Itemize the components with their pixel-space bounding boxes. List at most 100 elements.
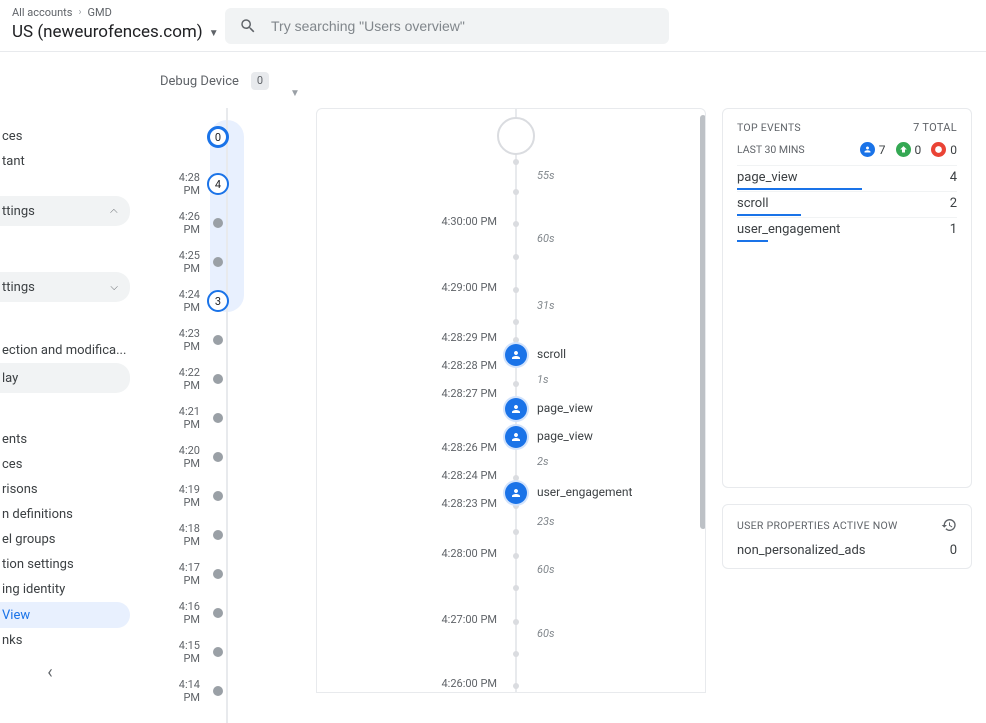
minute-dot [213,335,223,345]
breadcrumb-root[interactable]: All accounts [12,6,72,19]
minute-item[interactable]: 4:22 PM [160,366,300,392]
minute-time-label: 4:20 PM [160,444,208,470]
property-selector[interactable]: US (neweurofences.com) ▼ [12,22,219,42]
breadcrumb-account[interactable]: GMD [87,6,111,19]
search-box[interactable] [225,8,669,44]
event-marker[interactable] [505,426,527,448]
minute-time-label: 4:21 PM [160,405,208,431]
minute-item[interactable]: 4:17 PM [160,561,300,587]
event-marker[interactable] [505,398,527,420]
top-event-row[interactable]: page_view 4 [737,165,957,189]
user-property-value: 0 [950,543,957,558]
chevron-left-icon: ‹ [47,662,52,683]
minute-time-label: 4:28 PM [160,171,208,197]
timeline-gap-label: 23s [537,515,555,528]
minute-item[interactable]: 4:26 PM [160,210,300,236]
sidebar-item-label: ection and modifica... [2,343,126,358]
minute-time-label: 4:24 PM [160,288,208,314]
chevron-up-icon: ⌵ [110,206,118,217]
top-events-total: 7 TOTAL [913,121,957,134]
timeline-gap-label: 60s [537,627,555,640]
minute-item[interactable]: 4:20 PM [160,444,300,470]
event-type-counts: 7 0 0 [860,142,957,157]
minute-count-ring: 4 [207,173,229,195]
top-event-value: 4 [950,170,957,185]
minute-dot [213,491,223,501]
top-event-row[interactable]: scroll2 [737,191,957,215]
user-properties-card: USER PROPERTIES ACTIVE NOW non_personali… [722,504,972,569]
minute-item[interactable]: 4:23 PM [160,327,300,353]
timeline-tick [513,683,519,689]
sidebar-item-label: ttings [2,280,35,295]
chevron-right-icon: › [78,7,81,18]
count-conversion-icon: 0 [896,142,922,157]
sidebar-item-3[interactable]: ttings⌵ [0,272,130,302]
event-marker[interactable] [505,482,527,504]
sidebar-item-6[interactable]: ents [0,427,130,452]
top-event-name: page_view [737,170,798,185]
sidebar-item-label: tant [2,154,25,169]
minute-item[interactable]: 4:21 PM [160,405,300,431]
sidebar-item-5[interactable]: lay [0,363,130,393]
minute-item[interactable]: 4:18 PM [160,522,300,548]
minute-item[interactable]: 4:19 PM [160,483,300,509]
user-icon [510,431,522,443]
minute-dot [213,608,223,618]
sidebar-item-12[interactable]: ing identity [0,577,130,602]
sidebar-item-7[interactable]: ces [0,452,130,477]
timeline-time-label: 4:28:00 PM [441,547,497,560]
minute-item[interactable]: 4:25 PM [160,249,300,275]
minute-dot [213,374,223,384]
debug-device-count: 0 [251,72,269,90]
sidebar-item-10[interactable]: el groups [0,527,130,552]
sidebar-item-8[interactable]: risons [0,477,130,502]
minute-time-label: 4:18 PM [160,522,208,548]
chevron-down-icon[interactable]: ▼ [290,88,300,99]
event-name-label[interactable]: user_engagement [537,485,632,499]
timeline-tick [513,221,519,227]
sidebar-item-11[interactable]: tion settings [0,552,130,577]
top-event-name: user_engagement [737,222,840,237]
event-marker[interactable] [505,344,527,366]
history-icon[interactable] [941,517,957,533]
breadcrumb[interactable]: All accounts › GMD [12,0,112,19]
sidebar-item-4[interactable]: ection and modifica... [0,338,130,363]
top-event-value: 1 [950,222,957,237]
sidebar-item-2[interactable]: ttings⌵ [0,196,130,226]
sidebar-item-label: View [2,608,30,623]
timeline-gap-label: 60s [537,563,555,576]
top-events-title: TOP EVENTS [737,121,801,134]
minute-item[interactable]: 4:15 PM [160,639,300,665]
sidebar-item-0[interactable]: ces [0,124,130,149]
minute-head-ring[interactable]: 0 [207,126,229,148]
minute-item[interactable]: 4:24 PM3 [160,288,300,314]
minute-item[interactable]: 4:16 PM [160,600,300,626]
event-name-label[interactable]: scroll [537,347,566,361]
timeline-time-label: 4:27:00 PM [441,613,497,626]
user-property-row[interactable]: non_personalized_ads0 [737,543,957,558]
timeline-time-label: 4:28:29 PM [441,331,497,344]
minute-time-label: 4:22 PM [160,366,208,392]
event-name-label[interactable]: page_view [537,401,593,415]
collapse-sidebar-button[interactable]: ‹ [0,657,100,687]
debug-device-bar: Debug Device 0 ▼ [160,66,986,96]
sidebar-item-1[interactable]: tant [0,149,130,174]
sidebar-item-13[interactable]: View [0,602,130,628]
timeline-time-label: 4:28:24 PM [441,469,497,482]
minute-item[interactable]: 4:14 PM [160,678,300,704]
top-event-row[interactable]: user_engagement 1 [737,217,957,241]
minute-time-label: 4:16 PM [160,600,208,626]
sidebar-item-label: n definitions [2,507,73,522]
sidebar-item-label: ing identity [2,582,65,597]
user-icon [510,349,522,361]
right-column: TOP EVENTS 7 TOTAL LAST 30 MINS 7 0 0 [722,108,972,693]
sidebar-item-label: ces [2,129,22,144]
sidebar-item-14[interactable]: nks [0,628,130,653]
search-input[interactable] [271,18,655,34]
event-name-label[interactable]: page_view [537,429,593,443]
timeline-tick [513,585,519,591]
minute-item[interactable]: 4:28 PM4 [160,171,300,197]
top-event-name: scroll [737,196,769,211]
sidebar-item-9[interactable]: n definitions [0,502,130,527]
minute-time-label: 4:23 PM [160,327,208,353]
